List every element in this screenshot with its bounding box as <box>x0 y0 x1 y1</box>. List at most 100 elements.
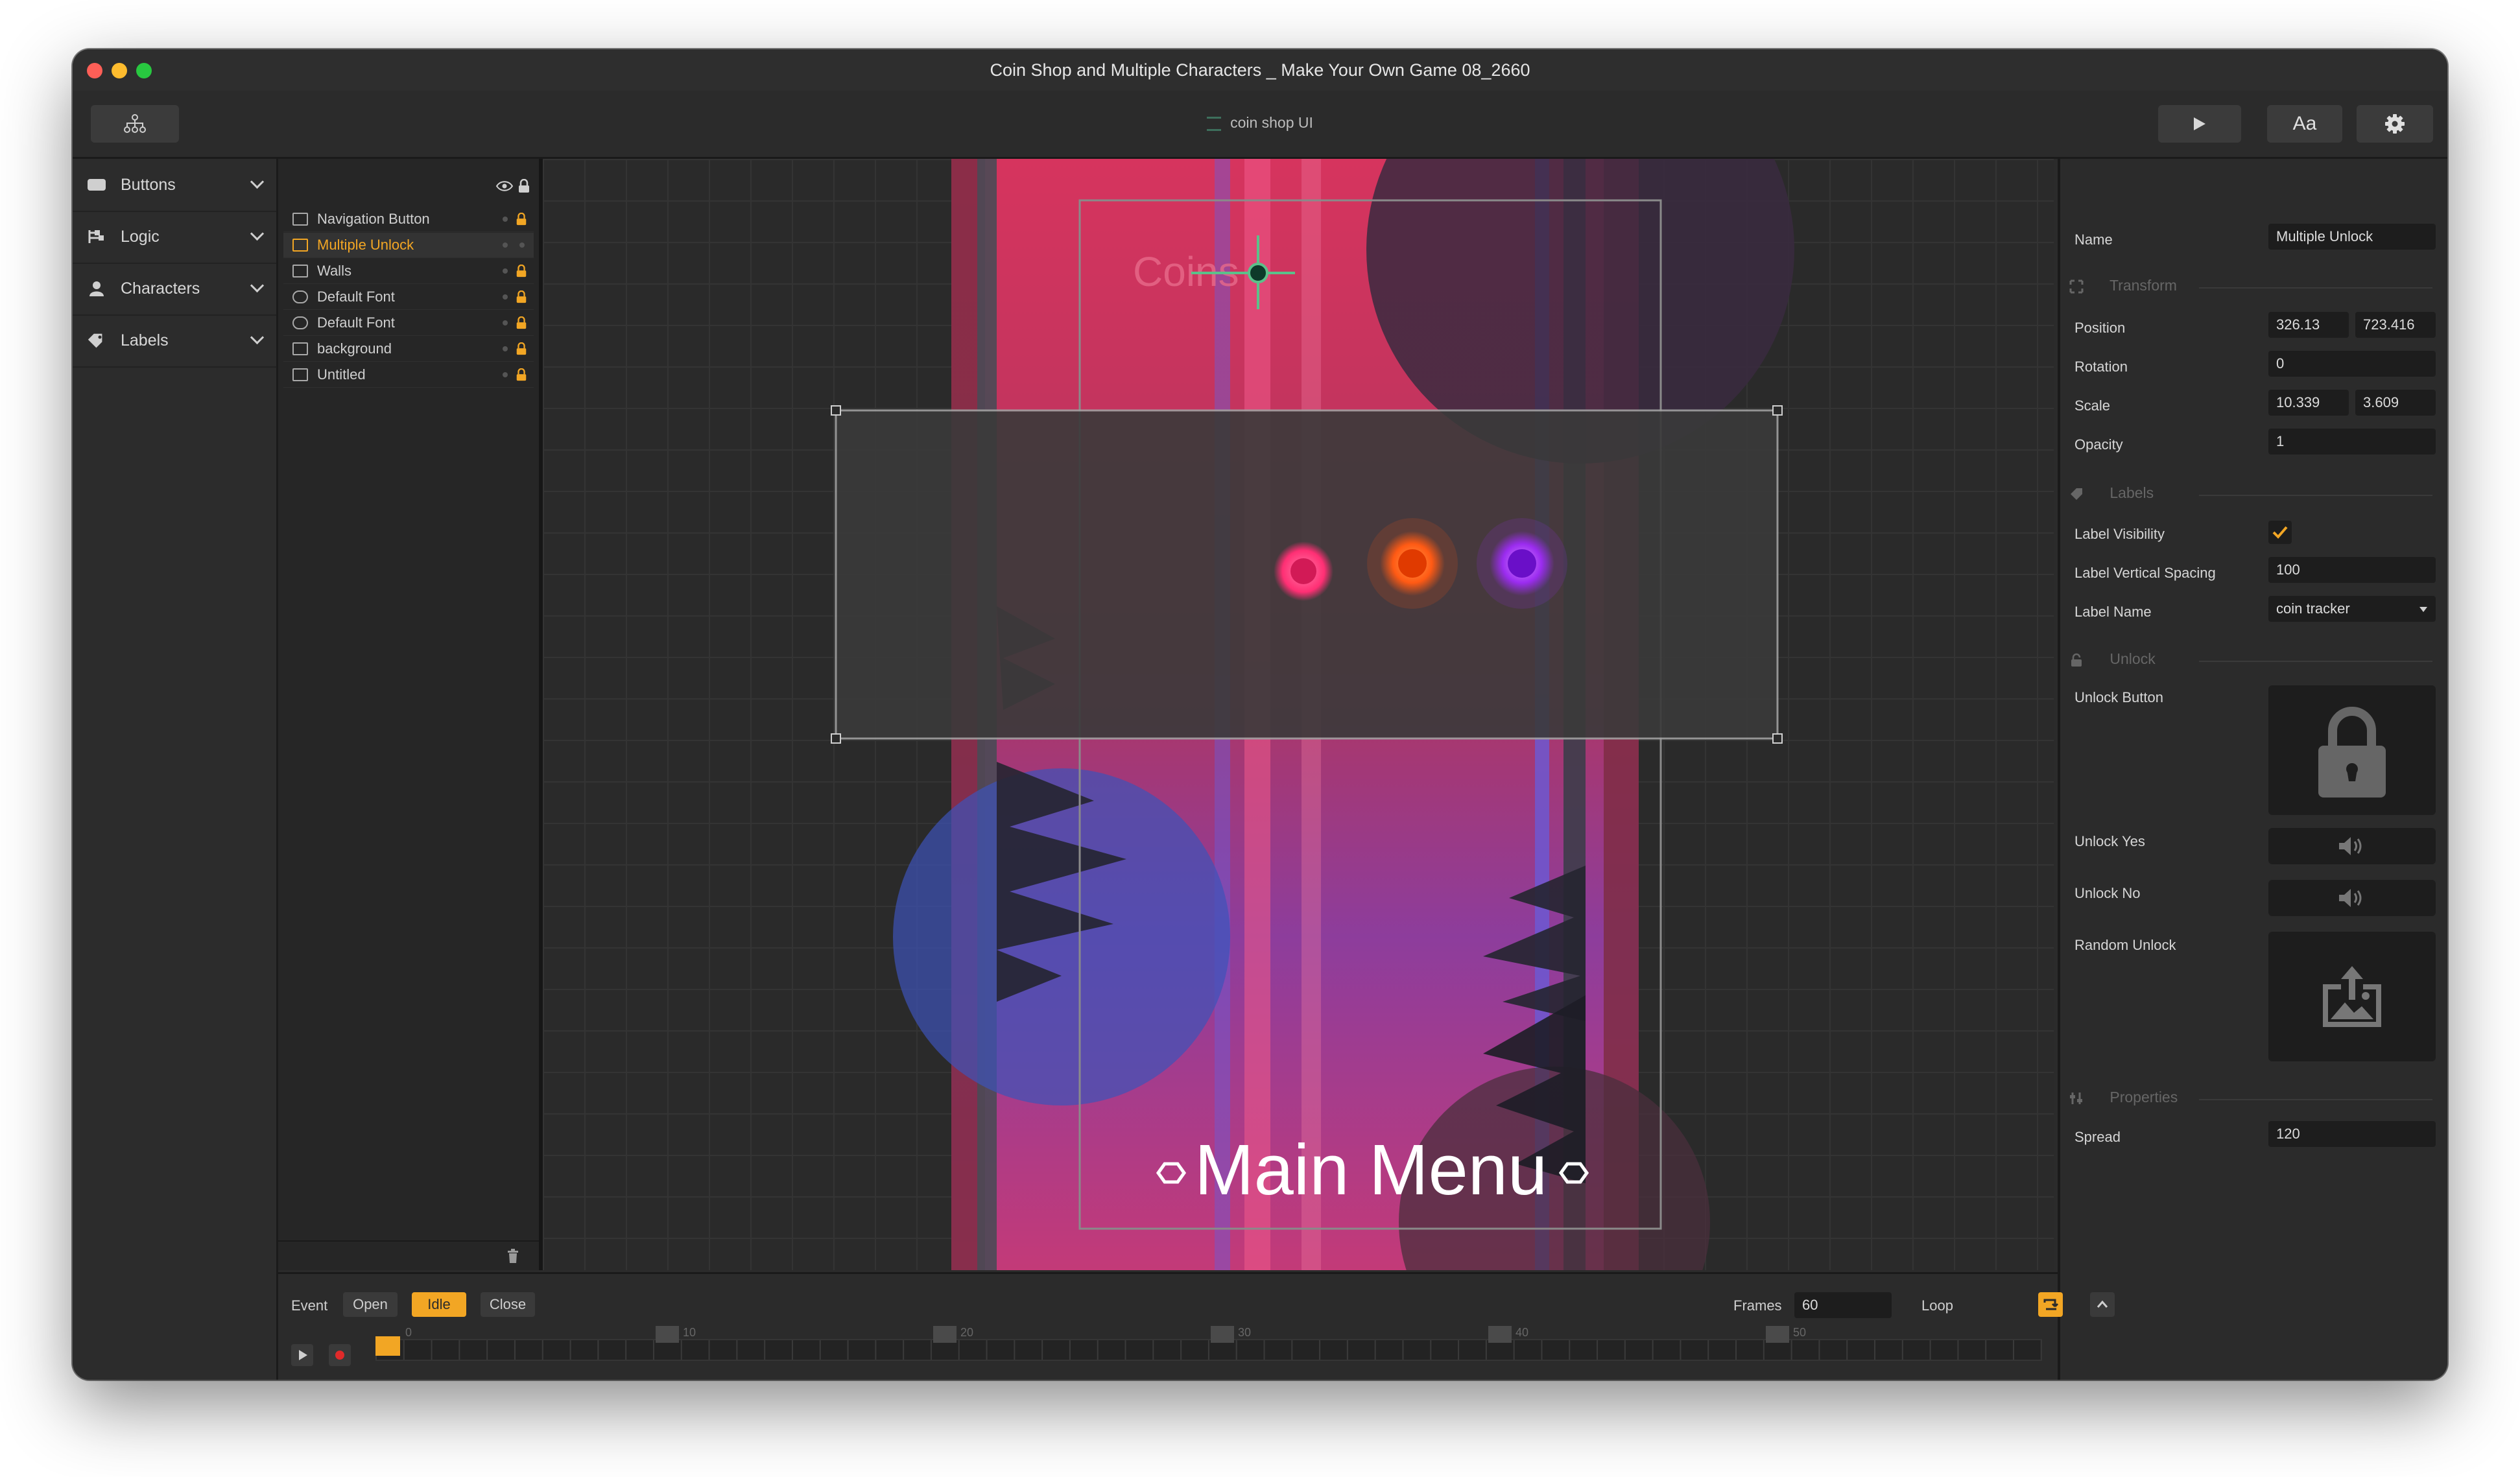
character-coin-purple[interactable] <box>1477 518 1567 609</box>
button-layer-icon <box>292 213 308 226</box>
person-icon <box>89 281 104 296</box>
unlock-section: Unlock <box>2069 650 2432 670</box>
resize-handle[interactable] <box>831 733 841 744</box>
rotation-label: Rotation <box>2074 359 2128 375</box>
random-unlock-well[interactable] <box>2268 932 2436 1061</box>
rotation-field[interactable]: 0 <box>2268 351 2436 377</box>
checkmark-icon <box>2272 526 2288 539</box>
unlock-yes-sound-well[interactable] <box>2268 828 2436 864</box>
timeline-play-button[interactable] <box>291 1344 313 1366</box>
toolbar: coin shop UI Aa <box>73 91 2447 159</box>
button-icon <box>88 179 106 191</box>
transform-section: Transform <box>2069 277 2432 296</box>
lock-icon <box>2071 653 2082 667</box>
visibility-dot[interactable] <box>503 217 508 222</box>
lock-icon[interactable] <box>516 368 527 381</box>
layer-row[interactable]: Default Font <box>283 311 534 336</box>
layer-row[interactable]: Default Font <box>283 285 534 310</box>
layer-row[interactable]: Walls <box>283 259 534 284</box>
keyframe-marker[interactable] <box>375 1336 400 1356</box>
game-scene: Coins Main Menu <box>831 159 1794 1270</box>
resize-handle[interactable] <box>1772 405 1783 416</box>
tick-marker <box>1488 1326 1512 1343</box>
layer-row[interactable]: background <box>283 337 534 362</box>
opacity-label: Opacity <box>2074 436 2123 453</box>
chevron-down-icon <box>250 278 265 293</box>
font-button[interactable]: Aa <box>2267 105 2342 143</box>
lock-icon[interactable] <box>516 342 527 355</box>
visibility-dot[interactable] <box>503 320 508 325</box>
layer-row[interactable]: Untitled <box>283 362 534 388</box>
character-coin-orange[interactable] <box>1367 518 1458 609</box>
layer-row[interactable]: Navigation Button <box>283 207 534 232</box>
name-field[interactable]: Multiple Unlock <box>2268 224 2436 250</box>
play-button[interactable] <box>2158 105 2241 143</box>
scene-canvas[interactable]: Coins Main Menu <box>543 159 2054 1270</box>
lock-all-icon[interactable] <box>518 179 530 193</box>
random-unlock-label: Random Unlock <box>2074 937 2176 953</box>
opacity-field[interactable]: 1 <box>2268 429 2436 455</box>
record-icon <box>335 1351 344 1360</box>
label-name-select[interactable]: coin tracker <box>2268 596 2436 622</box>
lock-icon[interactable] <box>516 265 527 278</box>
visibility-dot[interactable] <box>503 346 508 351</box>
label-spacing-field[interactable]: 100 <box>2268 557 2436 583</box>
visibility-dot[interactable] <box>503 242 508 248</box>
event-idle-button[interactable]: Idle <box>412 1292 466 1317</box>
tick-label: 30 <box>1238 1326 1252 1339</box>
resize-handle[interactable] <box>1772 733 1783 744</box>
properties-section: Properties <box>2069 1089 2432 1108</box>
loop-toggle[interactable] <box>2038 1292 2063 1317</box>
event-close-button[interactable]: Close <box>481 1292 535 1317</box>
settings-button[interactable] <box>2357 105 2433 143</box>
timeline-track[interactable] <box>375 1339 2042 1361</box>
tag-icon <box>2071 488 2082 500</box>
category-labels[interactable]: Labels <box>73 314 276 368</box>
label-visibility-checkbox[interactable] <box>2268 521 2292 544</box>
unlock-no-sound-well[interactable] <box>2268 880 2436 916</box>
position-y-field[interactable]: 723.416 <box>2355 312 2436 338</box>
lock-icon[interactable] <box>516 316 527 329</box>
lock-icon[interactable] <box>516 290 527 303</box>
category-logic[interactable]: Logic <box>73 211 276 264</box>
visibility-eye-icon[interactable] <box>495 180 514 192</box>
character-coin-pink[interactable] <box>1274 541 1333 601</box>
layer-row-selected[interactable]: Multiple Unlock <box>283 233 534 258</box>
resize-handle[interactable] <box>831 405 841 416</box>
category-buttons[interactable]: Buttons <box>73 159 276 212</box>
trash-icon[interactable] <box>506 1248 519 1264</box>
speaker-icon <box>2339 837 2362 855</box>
chevron-down-icon <box>250 174 265 189</box>
spread-field[interactable]: 120 <box>2268 1121 2436 1147</box>
upload-image-icon <box>2323 966 2381 1027</box>
record-button[interactable] <box>329 1344 351 1366</box>
logic-icon <box>88 230 104 243</box>
position-x-field[interactable]: 326.13 <box>2268 312 2349 338</box>
labels-section: Labels <box>2069 484 2432 504</box>
main-menu-button[interactable]: Main Menu <box>1156 1130 1589 1210</box>
category-panel: Buttons Logic Characters Labels <box>73 159 278 1380</box>
unlock-no-label: Unlock No <box>2074 885 2141 901</box>
document-title: coin shop UI <box>73 114 2447 132</box>
unlock-button-label: Unlock Button <box>2074 689 2163 705</box>
main-menu-label: Main Menu <box>1195 1130 1547 1210</box>
scale-y-field[interactable]: 3.609 <box>2355 390 2436 416</box>
image-layer-icon <box>292 368 308 381</box>
tick-label: 50 <box>1793 1326 1807 1339</box>
visibility-dot[interactable] <box>503 372 508 377</box>
inspector-panel: Name Multiple Unlock Transform Position … <box>2058 159 2447 1380</box>
lock-dot[interactable] <box>519 242 525 248</box>
speaker-icon <box>2339 889 2362 907</box>
unlock-layer-icon <box>292 239 308 252</box>
frames-field[interactable]: 60 <box>1794 1292 1892 1318</box>
category-characters[interactable]: Characters <box>73 263 276 316</box>
visibility-dot[interactable] <box>503 268 508 274</box>
scale-x-field[interactable]: 10.339 <box>2268 390 2349 416</box>
collapse-timeline-button[interactable] <box>2090 1292 2115 1317</box>
lock-icon[interactable] <box>516 213 527 226</box>
event-open-button[interactable]: Open <box>343 1292 398 1317</box>
visibility-dot[interactable] <box>503 294 508 300</box>
label-visibility-label: Label Visibility <box>2074 526 2165 542</box>
unlock-button-well[interactable] <box>2268 685 2436 815</box>
scale-label: Scale <box>2074 397 2111 414</box>
